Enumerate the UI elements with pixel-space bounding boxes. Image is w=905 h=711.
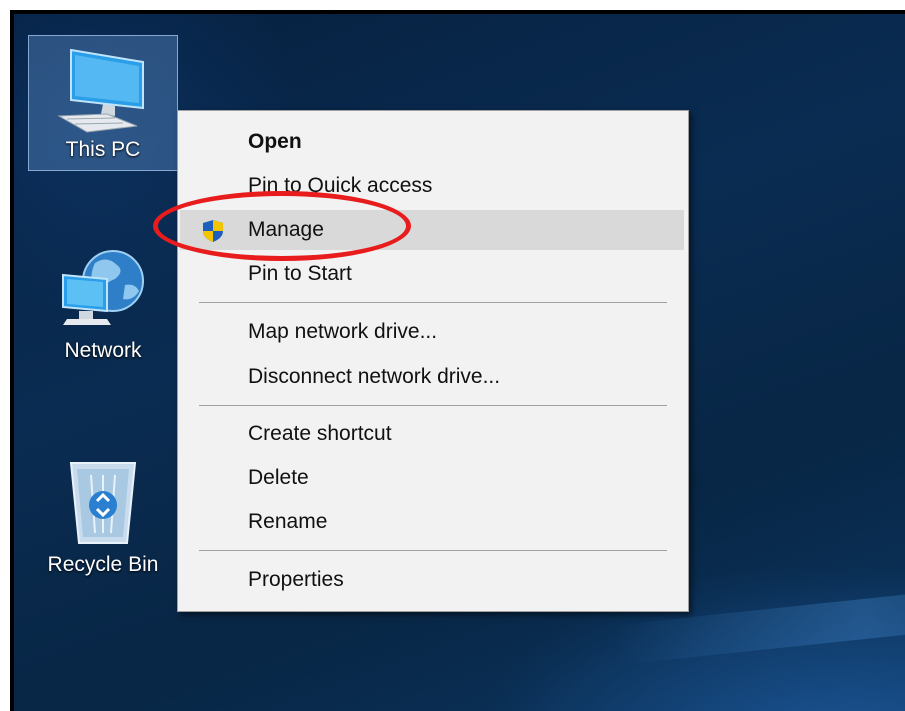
computer-icon — [57, 48, 144, 133]
menu-item-label: Open — [248, 130, 302, 153]
recycle-bin-icon — [69, 462, 137, 544]
menu-item-label: Create shortcut — [248, 422, 392, 445]
menu-item-properties[interactable]: Properties — [180, 560, 684, 600]
desktop-icon-this-pc[interactable]: This PC — [28, 35, 178, 171]
desktop-icon-label: Network — [64, 339, 142, 362]
menu-separator — [199, 302, 667, 303]
context-menu: Open Pin to Quick access Manage Pin to S… — [177, 110, 689, 612]
uac-shield-icon — [203, 220, 223, 242]
menu-item-label: Properties — [248, 568, 344, 591]
network-icon — [62, 250, 144, 325]
desktop-icon-recycle-bin[interactable]: Recycle Bin — [28, 455, 178, 577]
menu-separator — [199, 405, 667, 406]
desktop-icon-network[interactable]: Network — [28, 245, 178, 363]
menu-separator — [199, 550, 667, 551]
desktop-icon-label: This PC — [65, 138, 141, 161]
menu-item-create-shortcut[interactable]: Create shortcut — [180, 414, 684, 454]
menu-item-disconnect-network-drive[interactable]: Disconnect network drive... — [180, 357, 684, 397]
menu-item-pin-to-start[interactable]: Pin to Start — [180, 254, 684, 294]
desktop-icon-label: Recycle Bin — [47, 553, 159, 576]
menu-item-label: Pin to Start — [248, 262, 352, 285]
menu-item-label: Manage — [248, 218, 324, 241]
menu-item-label: Map network drive... — [248, 320, 438, 343]
menu-item-label: Disconnect network drive... — [248, 365, 501, 388]
menu-item-pin-to-quick-access[interactable]: Pin to Quick access — [180, 166, 684, 206]
menu-item-label: Delete — [248, 466, 309, 489]
menu-item-map-network-drive[interactable]: Map network drive... — [180, 312, 684, 352]
menu-item-open[interactable]: Open — [180, 122, 684, 162]
menu-item-label: Pin to Quick access — [248, 174, 433, 197]
menu-item-label: Rename — [248, 510, 328, 533]
menu-item-rename[interactable]: Rename — [180, 502, 684, 542]
menu-item-delete[interactable]: Delete — [180, 458, 684, 498]
menu-item-manage[interactable]: Manage — [180, 210, 684, 250]
